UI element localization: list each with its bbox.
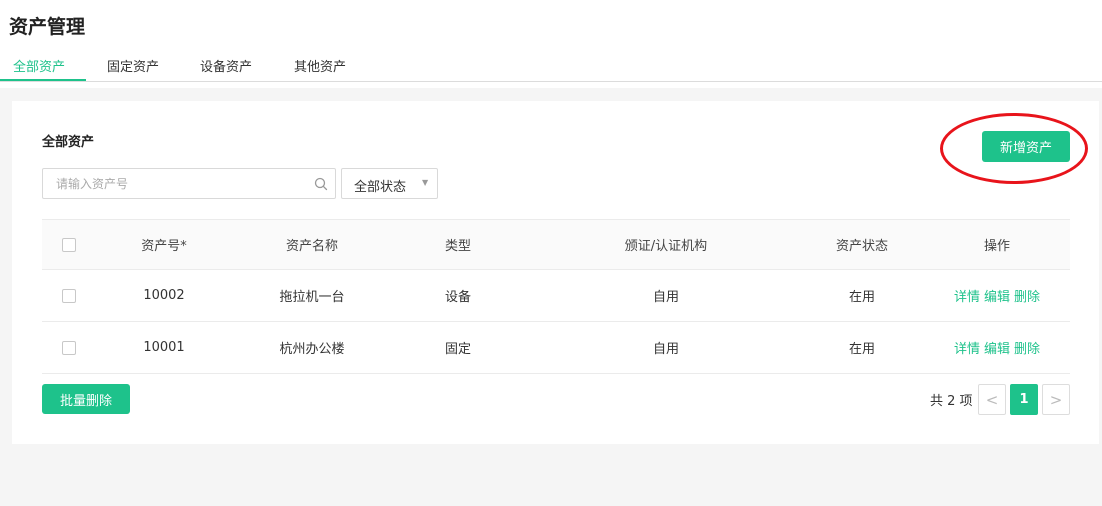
column-header-certifying-org: 颁证/认证机构 — [624, 239, 708, 254]
prev-page-button[interactable]: < — [978, 384, 1006, 415]
status-filter-select[interactable]: 全部状态 ▼ — [341, 168, 438, 199]
cell-asset-number: 10001 — [143, 340, 185, 355]
pagination-total: 共 2 项 — [930, 394, 973, 409]
active-tab-indicator — [0, 79, 86, 81]
cell-type: 设备 — [444, 290, 471, 305]
caret-down-icon: ▼ — [422, 178, 429, 187]
status-filter-value: 全部状态 — [354, 180, 407, 195]
table-header: 资产号* 资产名称 类型 颁证/认证机构 资产状态 操作 — [42, 219, 1070, 270]
add-asset-button[interactable]: 新增资产 — [982, 131, 1070, 162]
tab-fixed-assets[interactable]: 固定资产 — [107, 56, 159, 75]
asset-list-card: 全部资产 新增资产 全部状态 ▼ 资产号* 资产名称 类型 颁证/认证机构 资产… — [12, 101, 1099, 444]
delete-link[interactable]: 删除 — [1014, 286, 1040, 305]
cell-asset-number: 10002 — [143, 288, 185, 303]
page-button-current[interactable]: 1 — [1010, 384, 1038, 415]
column-header-type: 类型 — [444, 239, 471, 254]
edit-link[interactable]: 编辑 — [984, 338, 1010, 357]
select-all-checkbox[interactable] — [62, 237, 76, 252]
row-checkbox[interactable] — [62, 288, 76, 303]
delete-link[interactable]: 删除 — [1014, 338, 1040, 357]
next-page-button[interactable]: > — [1042, 384, 1070, 415]
tab-equipment-assets[interactable]: 设备资产 — [200, 56, 252, 75]
column-header-asset-name: 资产名称 — [285, 239, 338, 254]
search-icon[interactable] — [313, 176, 329, 192]
cell-asset-name: 杭州办公楼 — [279, 342, 345, 357]
search-box — [42, 168, 336, 199]
tab-all-assets[interactable]: 全部资产 — [13, 56, 65, 75]
column-header-asset-status: 资产状态 — [835, 239, 888, 254]
edit-link[interactable]: 编辑 — [984, 286, 1010, 305]
cell-certifying-org: 自用 — [652, 290, 679, 305]
detail-link[interactable]: 详情 — [954, 286, 980, 305]
top-bar: 资产管理 全部资产 固定资产 设备资产 其他资产 — [0, 0, 1102, 88]
tab-other-assets[interactable]: 其他资产 — [294, 56, 346, 75]
cell-actions: 详情 编辑 删除 — [942, 322, 1052, 373]
page-title: 资产管理 — [9, 16, 86, 38]
batch-delete-button[interactable]: 批量删除 — [42, 384, 130, 414]
detail-link[interactable]: 详情 — [954, 338, 980, 357]
table-row: 10002 拖拉机一台 设备 自用 在用 详情 编辑 删除 — [42, 270, 1070, 322]
tab-bar: 全部资产 固定资产 设备资产 其他资产 — [0, 50, 1102, 82]
row-checkbox-cell — [56, 322, 82, 373]
cell-type: 固定 — [444, 342, 471, 357]
cell-asset-status: 在用 — [848, 342, 875, 357]
card-title: 全部资产 — [42, 135, 95, 150]
column-header-asset-number: 资产号* — [141, 239, 187, 254]
table-row: 10001 杭州办公楼 固定 自用 在用 详情 编辑 删除 — [42, 322, 1070, 374]
cell-asset-name: 拖拉机一台 — [279, 290, 345, 305]
cell-actions: 详情 编辑 删除 — [942, 270, 1052, 321]
chevron-left-icon: < — [985, 390, 999, 409]
asset-table: 资产号* 资产名称 类型 颁证/认证机构 资产状态 操作 10002 拖拉机一台… — [42, 219, 1070, 374]
pagination: 共 2 项 < 1 > — [930, 384, 1070, 415]
cell-asset-status: 在用 — [848, 290, 875, 305]
asset-number-search-input[interactable] — [43, 169, 305, 198]
header-checkbox-cell — [56, 220, 82, 269]
row-checkbox-cell — [56, 270, 82, 321]
cell-certifying-org: 自用 — [652, 342, 679, 357]
row-checkbox[interactable] — [62, 340, 76, 355]
column-header-actions: 操作 — [983, 239, 1010, 254]
chevron-right-icon: > — [1049, 390, 1063, 409]
